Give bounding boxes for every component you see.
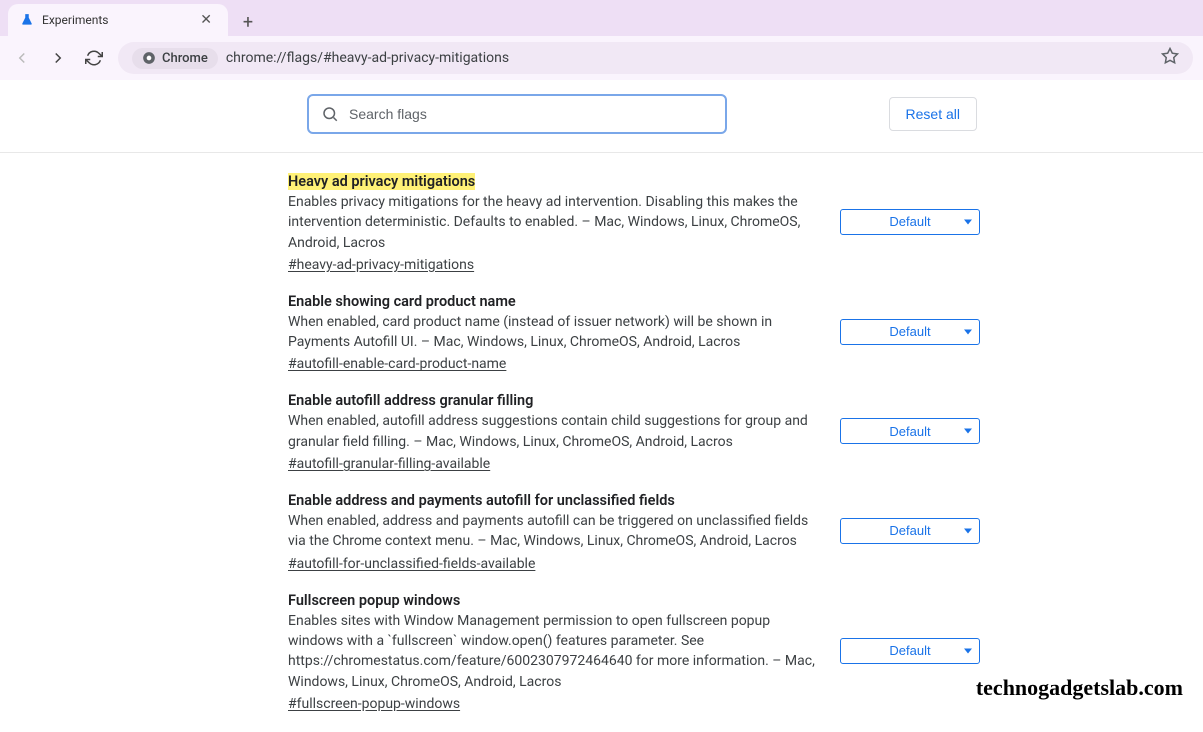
forward-button[interactable]: [46, 46, 70, 70]
flag-select[interactable]: Default: [840, 209, 980, 235]
search-row: Reset all: [0, 80, 1203, 153]
flag-title: Enable address and payments autofill for…: [288, 492, 675, 509]
flag-anchor-link[interactable]: #autofill-for-unclassified-fields-availa…: [288, 556, 828, 572]
search-icon: [321, 105, 339, 123]
flag-select[interactable]: Default: [840, 518, 980, 544]
flask-icon: [20, 13, 34, 27]
watermark-text: technogadgetslab.com: [976, 675, 1183, 701]
flag-title: Fullscreen popup windows: [288, 592, 460, 609]
flag-select-wrap: Default: [840, 209, 980, 235]
new-tab-button[interactable]: +: [234, 8, 262, 36]
flag-title: Enable autofill address granular filling: [288, 392, 533, 409]
flag-control: Default: [840, 291, 980, 373]
back-button[interactable]: [10, 46, 34, 70]
flag-anchor-link[interactable]: #autofill-granular-filling-available: [288, 456, 828, 472]
flag-control: Default: [840, 490, 980, 572]
flag-info: Fullscreen popup windows Enables sites wi…: [288, 590, 828, 712]
address-bar[interactable]: Chrome chrome://flags/#heavy-ad-privacy-…: [118, 42, 1193, 74]
url-text: chrome://flags/#heavy-ad-privacy-mitigat…: [226, 50, 509, 66]
flag-title: Enable showing card product name: [288, 293, 516, 310]
close-icon[interactable]: ✕: [196, 12, 216, 28]
browser-chrome: Experiments ✕ + Chrome chrome://flags/#h…: [0, 0, 1203, 80]
flags-list: Heavy ad privacy mitigations Enables priv…: [0, 153, 1203, 732]
search-flags-box[interactable]: [307, 94, 727, 134]
flag-description: When enabled, address and payments autof…: [288, 511, 828, 552]
flag-select-wrap: Default: [840, 418, 980, 444]
flag-select[interactable]: Default: [840, 319, 980, 345]
flag-anchor-link[interactable]: #autofill-enable-card-product-name: [288, 356, 828, 372]
flag-control: Default: [840, 390, 980, 472]
tab-experiments[interactable]: Experiments ✕: [8, 4, 228, 36]
flag-control: Default: [840, 171, 980, 273]
flag-row: Enable autofill address granular filling…: [0, 372, 1203, 472]
flag-row: Enable showing card product name When ena…: [0, 273, 1203, 373]
flag-title: Heavy ad privacy mitigations: [288, 173, 475, 190]
chrome-icon: [142, 51, 156, 65]
flag-select-wrap: Default: [840, 638, 980, 664]
bookmark-star-icon[interactable]: [1161, 47, 1179, 69]
flag-description: Enables privacy mitigations for the heav…: [288, 192, 828, 253]
flag-select[interactable]: Default: [840, 638, 980, 664]
flag-description: Enables sites with Window Management per…: [288, 611, 828, 692]
omnibox-label: Chrome: [162, 51, 208, 66]
flag-select[interactable]: Default: [840, 418, 980, 444]
search-input[interactable]: [349, 106, 713, 122]
browser-toolbar: Chrome chrome://flags/#heavy-ad-privacy-…: [0, 36, 1203, 80]
flag-select-wrap: Default: [840, 319, 980, 345]
flag-control: Default: [840, 590, 980, 712]
tab-title: Experiments: [42, 13, 188, 27]
flag-row: Heavy ad privacy mitigations Enables priv…: [0, 153, 1203, 273]
flag-row: Enable address and payments autofill for…: [0, 472, 1203, 572]
flag-info: Enable address and payments autofill for…: [288, 490, 828, 572]
page-content: Reset all Heavy ad privacy mitigations En…: [0, 80, 1203, 732]
reset-all-button[interactable]: Reset all: [889, 97, 977, 131]
flag-info: Enable autofill address granular filling…: [288, 390, 828, 472]
site-chip[interactable]: Chrome: [132, 48, 218, 69]
reload-button[interactable]: [82, 46, 106, 70]
flag-select-wrap: Default: [840, 518, 980, 544]
flag-description: When enabled, autofill address suggestio…: [288, 411, 828, 452]
flag-description: When enabled, card product name (instead…: [288, 312, 828, 353]
flag-anchor-link[interactable]: #fullscreen-popup-windows: [288, 696, 828, 712]
flag-info: Enable showing card product name When ena…: [288, 291, 828, 373]
flag-anchor-link[interactable]: #heavy-ad-privacy-mitigations: [288, 257, 828, 273]
tab-strip: Experiments ✕ +: [0, 0, 1203, 36]
flag-info: Heavy ad privacy mitigations Enables priv…: [288, 171, 828, 273]
